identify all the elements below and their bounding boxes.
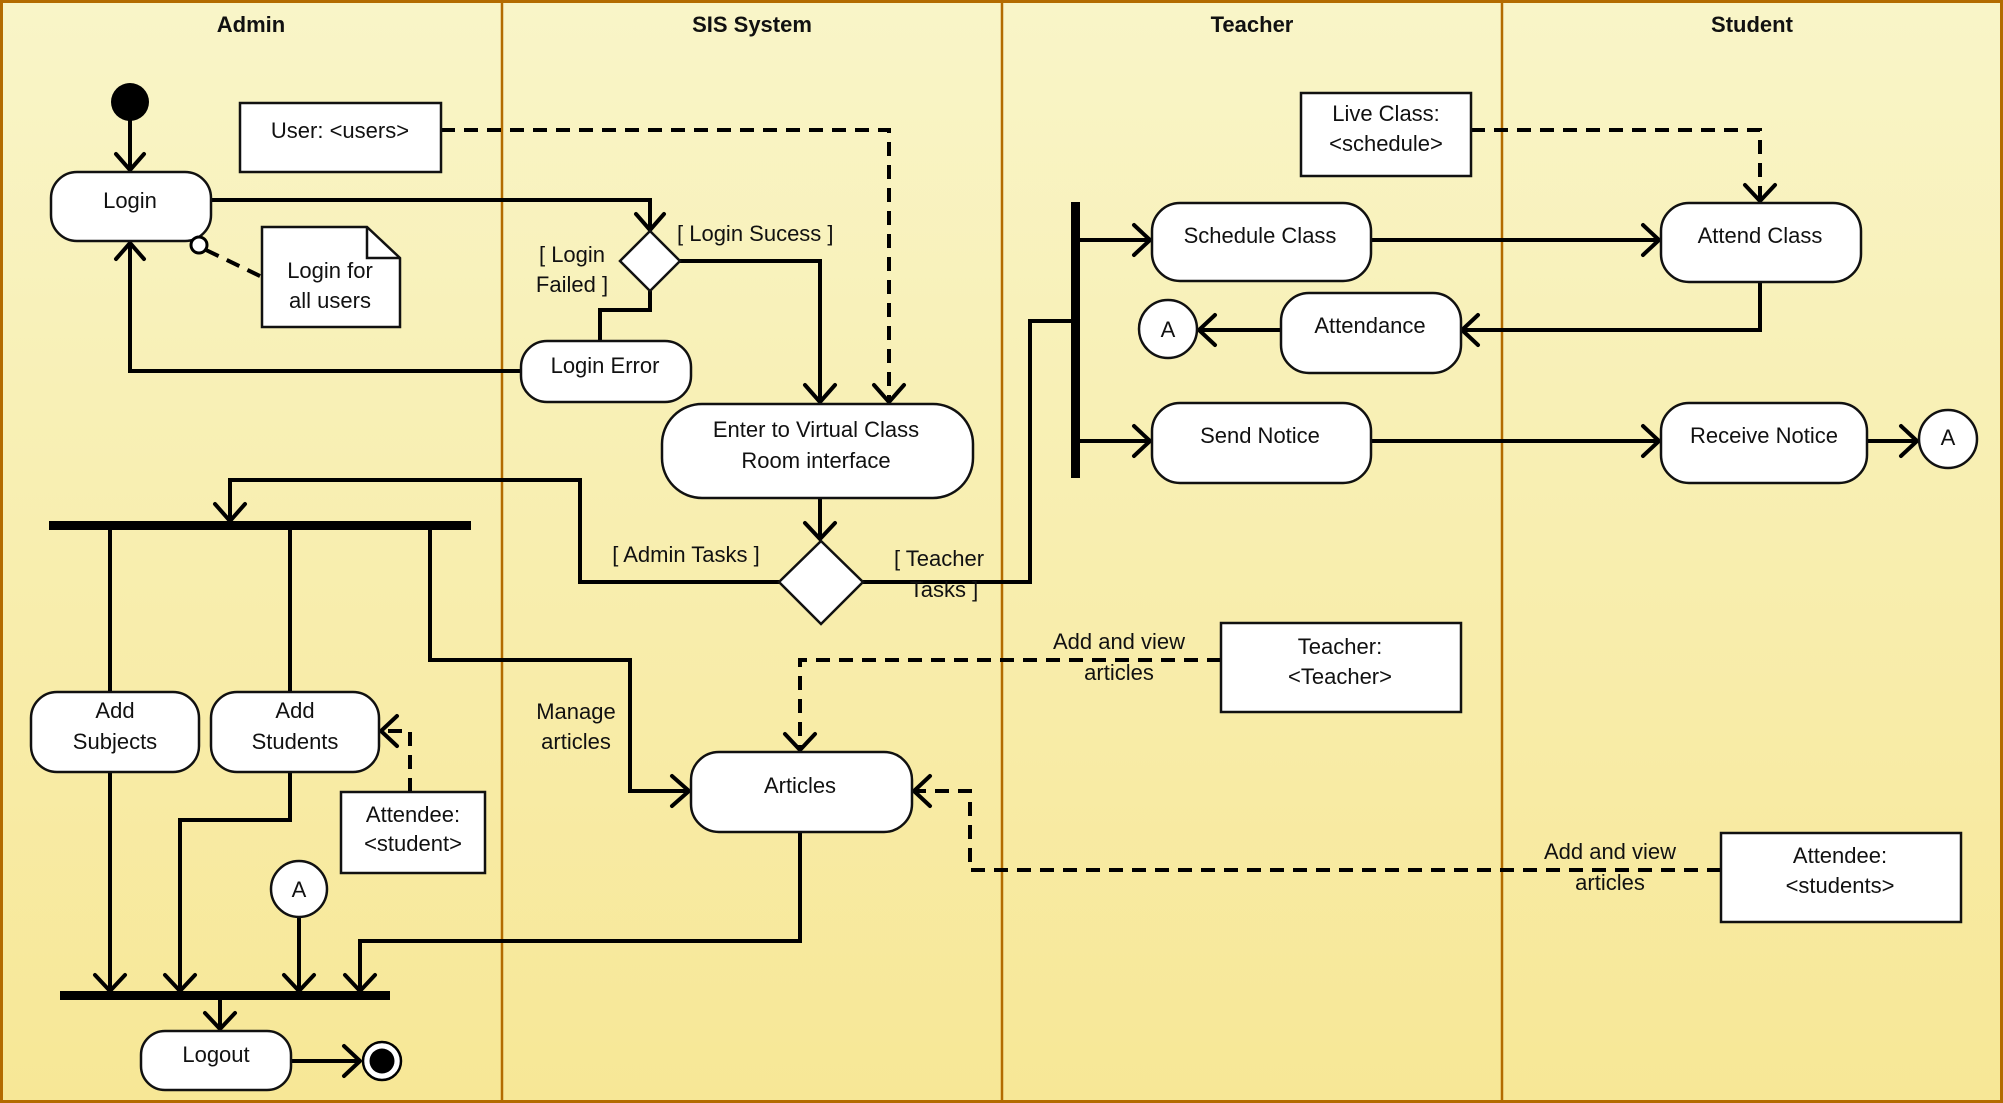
- action-send-notice[interactable]: Send Notice: [1150, 401, 1373, 485]
- action-login-error[interactable]: Login Error: [519, 339, 693, 404]
- action-login-label: Login: [103, 188, 157, 213]
- guard-login-failed-line-1: [ Login: [539, 242, 605, 267]
- connector-a-label: A: [292, 877, 307, 902]
- object-teacher[interactable]: Teacher: <Teacher>: [1219, 621, 1463, 714]
- final-node: [361, 1040, 403, 1082]
- object-live-class[interactable]: Live Class: <schedule>: [1299, 91, 1473, 178]
- lane-title-teacher: Teacher: [1211, 12, 1294, 37]
- lane-title-admin: Admin: [217, 12, 285, 37]
- note-login-for-all-users[interactable]: Login for all users: [260, 225, 402, 329]
- object-user[interactable]: User: <users>: [238, 101, 443, 174]
- action-attendance[interactable]: Attendance: [1279, 291, 1463, 375]
- guard-login-failed-line-2: Failed ]: [536, 272, 608, 297]
- note-line-1: Login for: [287, 258, 373, 283]
- edge-label-manage-articles-line-1: Manage: [536, 699, 616, 724]
- fork-bar-admin: [49, 521, 471, 530]
- action-login[interactable]: Login: [49, 170, 213, 243]
- action-enter-virtual-class-room[interactable]: Enter to Virtual Class Room interface: [660, 402, 975, 500]
- connector-a-admin[interactable]: A: [269, 859, 329, 919]
- edge-label-teacher-add-view-line-1: Add and view: [1053, 629, 1185, 654]
- action-add-subjects-line-1: Add: [95, 698, 134, 723]
- guard-teacher-tasks-line-2: Tasks ]: [910, 577, 978, 602]
- object-attendee-student-line-2: <student>: [364, 831, 462, 856]
- guard-login-success: [ Login Sucess ]: [677, 221, 834, 246]
- object-attendee-students-line-2: <students>: [1786, 873, 1895, 898]
- lane-title-student: Student: [1711, 12, 1794, 37]
- action-schedule-class-label: Schedule Class: [1184, 223, 1337, 248]
- object-user-label: User: <users>: [271, 118, 409, 143]
- action-attend-class[interactable]: Attend Class: [1659, 201, 1863, 284]
- action-attend-class-label: Attend Class: [1698, 223, 1823, 248]
- edge-label-teacher-add-view-line-2: articles: [1084, 660, 1154, 685]
- action-logout-label: Logout: [182, 1042, 249, 1067]
- action-receive-notice-label: Receive Notice: [1690, 423, 1838, 448]
- action-enter-label-line-2: Room interface: [741, 448, 890, 473]
- action-add-students[interactable]: Add Students: [209, 690, 381, 774]
- action-schedule-class[interactable]: Schedule Class: [1150, 201, 1373, 283]
- object-teacher-line-1: Teacher:: [1298, 634, 1382, 659]
- object-attendee-student[interactable]: Attendee: <student>: [339, 790, 487, 875]
- object-live-class-line-2: <schedule>: [1329, 131, 1443, 156]
- guard-admin-tasks: [ Admin Tasks ]: [612, 542, 760, 567]
- guard-teacher-tasks-line-1: [ Teacher: [894, 546, 984, 571]
- note-line-2: all users: [289, 288, 371, 313]
- connector-a-label: A: [1941, 425, 1956, 450]
- action-enter-label-line-1: Enter to Virtual Class: [713, 417, 919, 442]
- action-send-notice-label: Send Notice: [1200, 423, 1320, 448]
- action-add-subjects-line-2: Subjects: [73, 729, 157, 754]
- action-articles-label: Articles: [764, 773, 836, 798]
- connector-a-label: A: [1161, 317, 1176, 342]
- edge-label-student-add-view-line-2: articles: [1575, 870, 1645, 895]
- object-live-class-line-1: Live Class:: [1332, 101, 1440, 126]
- object-attendee-students-line-1: Attendee:: [1793, 843, 1887, 868]
- connector-a-teacher[interactable]: A: [1137, 298, 1199, 360]
- action-attendance-label: Attendance: [1314, 313, 1425, 338]
- edge-label-manage-articles-line-2: articles: [541, 729, 611, 754]
- initial-node: [111, 83, 149, 121]
- activity-diagram: Admin SIS System Teacher Student User: <…: [0, 0, 2003, 1103]
- action-logout[interactable]: Logout: [139, 1029, 293, 1092]
- action-login-error-label: Login Error: [551, 353, 660, 378]
- action-add-students-line-2: Students: [252, 729, 339, 754]
- action-add-students-line-1: Add: [275, 698, 314, 723]
- note-anchor-icon: [189, 235, 209, 255]
- action-receive-notice[interactable]: Receive Notice: [1659, 401, 1869, 485]
- action-add-subjects[interactable]: Add Subjects: [29, 690, 201, 774]
- connector-a-student[interactable]: A: [1917, 408, 1979, 470]
- edge-label-student-add-view-line-1: Add and view: [1544, 839, 1676, 864]
- join-bar-admin: [60, 991, 390, 1000]
- lane-title-sis-system: SIS System: [692, 12, 812, 37]
- action-articles[interactable]: Articles: [689, 750, 914, 834]
- object-attendee-student-line-1: Attendee:: [366, 802, 460, 827]
- object-teacher-line-2: <Teacher>: [1288, 664, 1392, 689]
- fork-bar-teacher: [1071, 202, 1080, 478]
- object-attendee-students[interactable]: Attendee: <students>: [1719, 831, 1963, 924]
